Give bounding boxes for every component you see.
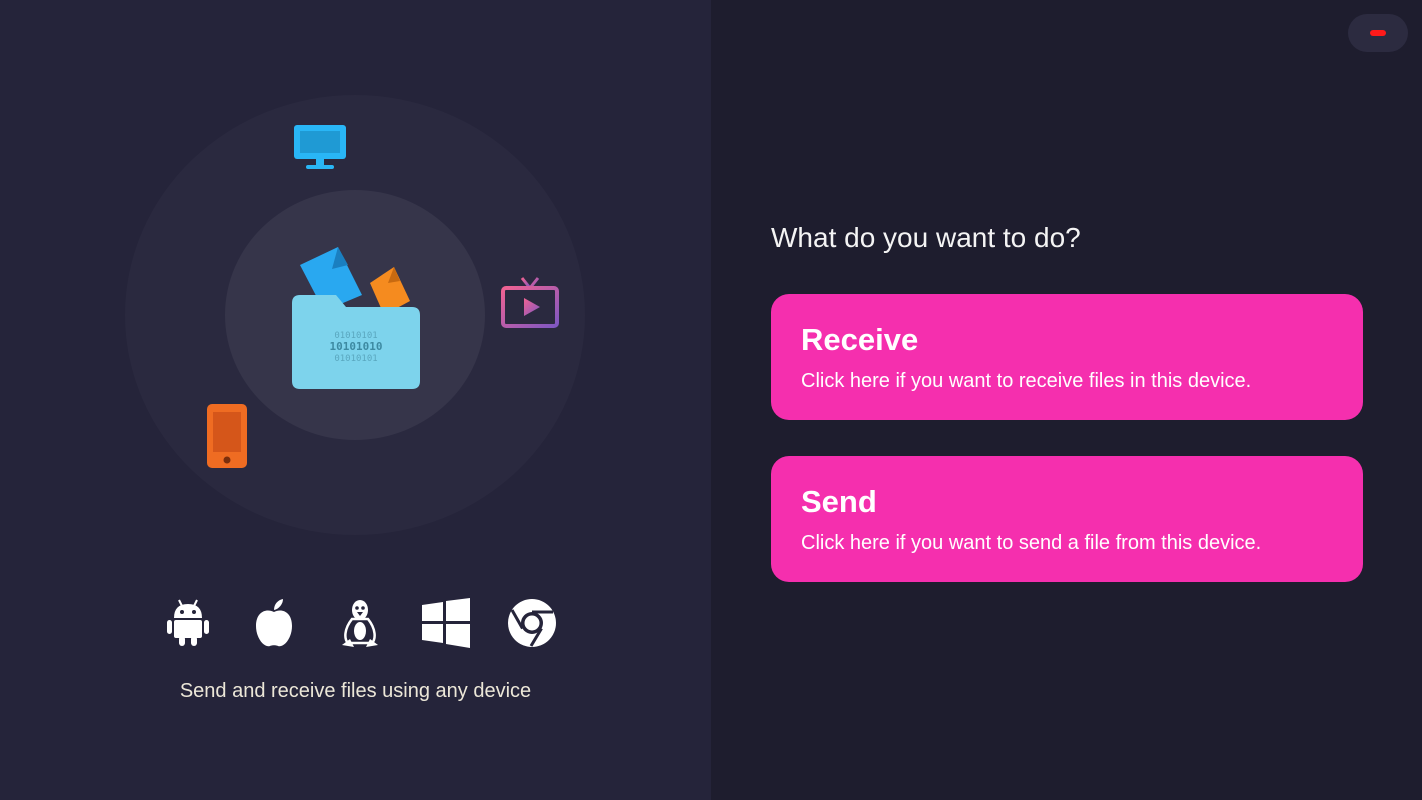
left-panel: 01010101 10101010 01010101 Send and rece…: [0, 0, 711, 800]
minimize-button[interactable]: [1348, 14, 1408, 52]
right-panel: What do you want to do? Receive Click he…: [711, 0, 1422, 800]
receive-description: Click here if you want to receive files …: [801, 370, 1252, 392]
send-button[interactable]: Send Click here if you want to send a fi…: [771, 456, 1363, 582]
tv-icon: [501, 277, 559, 328]
android-icon: [160, 595, 216, 651]
tagline: Send and receive files using any device: [179, 680, 532, 702]
folder-icon: 01010101 10101010 01010101: [292, 247, 420, 389]
folder-binary-line-3: 01010101: [334, 354, 377, 364]
send-title: Send: [801, 484, 877, 519]
minimize-icon: [1370, 30, 1386, 36]
folder-binary-line-2: 10101010: [330, 340, 383, 353]
windows-icon: [418, 595, 474, 651]
receive-title: Receive: [801, 322, 919, 357]
receive-button[interactable]: Receive Click here if you want to receiv…: [771, 294, 1363, 420]
device-illustration: 01010101 10101010 01010101: [0, 0, 711, 560]
prompt-heading: What do you want to do?: [771, 222, 1081, 253]
apple-icon: [246, 595, 302, 651]
chrome-icon: [504, 595, 560, 651]
linux-icon: [332, 595, 388, 651]
smartphone-icon: [207, 404, 247, 468]
platform-icons: [160, 595, 560, 651]
send-description: Click here if you want to send a file fr…: [801, 532, 1262, 554]
monitor-icon: [294, 125, 346, 169]
